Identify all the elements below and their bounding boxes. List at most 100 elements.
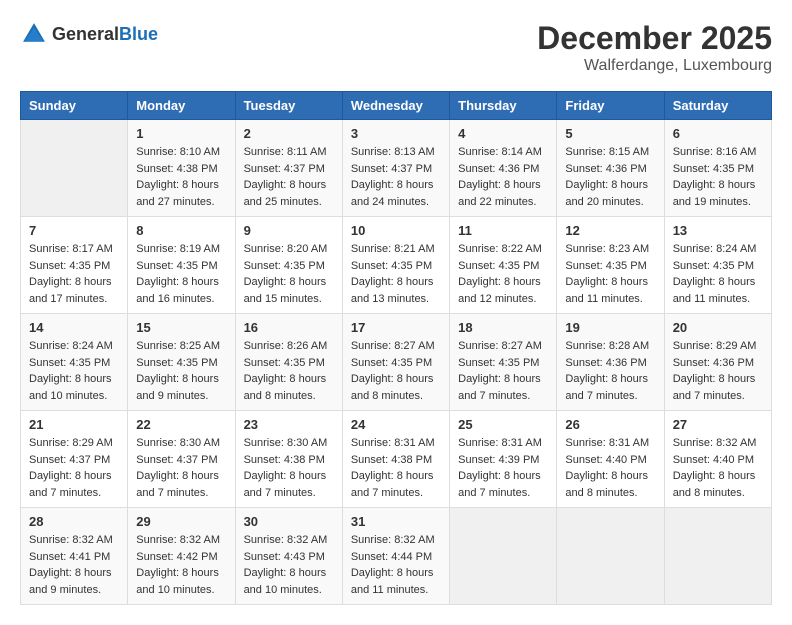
daylight-text: Daylight: 8 hours and 11 minutes. — [351, 567, 434, 596]
logo-icon — [20, 20, 48, 48]
calendar-week-1: 1 Sunrise: 8:10 AM Sunset: 4:38 PM Dayli… — [21, 120, 772, 217]
calendar-cell: 16 Sunrise: 8:26 AM Sunset: 4:35 PM Dayl… — [235, 314, 342, 411]
cell-content: Sunrise: 8:19 AM Sunset: 4:35 PM Dayligh… — [136, 241, 226, 307]
day-number: 15 — [136, 320, 226, 335]
daylight-text: Daylight: 8 hours and 9 minutes. — [136, 373, 219, 402]
daylight-text: Daylight: 8 hours and 22 minutes. — [458, 179, 541, 208]
daylight-text: Daylight: 8 hours and 19 minutes. — [673, 179, 756, 208]
calendar-cell: 21 Sunrise: 8:29 AM Sunset: 4:37 PM Dayl… — [21, 411, 128, 508]
calendar-cell: 22 Sunrise: 8:30 AM Sunset: 4:37 PM Dayl… — [128, 411, 235, 508]
logo: GeneralBlue — [20, 20, 158, 48]
daylight-text: Daylight: 8 hours and 7 minutes. — [29, 470, 112, 499]
sunset-text: Sunset: 4:35 PM — [136, 357, 217, 369]
calendar-cell: 19 Sunrise: 8:28 AM Sunset: 4:36 PM Dayl… — [557, 314, 664, 411]
sunrise-text: Sunrise: 8:22 AM — [458, 243, 542, 255]
daylight-text: Daylight: 8 hours and 20 minutes. — [565, 179, 648, 208]
sunset-text: Sunset: 4:40 PM — [673, 454, 754, 466]
sunset-text: Sunset: 4:37 PM — [244, 163, 325, 175]
sunset-text: Sunset: 4:37 PM — [136, 454, 217, 466]
daylight-text: Daylight: 8 hours and 7 minutes. — [673, 373, 756, 402]
logo-general: General — [52, 24, 119, 44]
daylight-text: Daylight: 8 hours and 17 minutes. — [29, 276, 112, 305]
cell-content: Sunrise: 8:15 AM Sunset: 4:36 PM Dayligh… — [565, 144, 655, 210]
sunset-text: Sunset: 4:44 PM — [351, 551, 432, 563]
calendar-cell: 18 Sunrise: 8:27 AM Sunset: 4:35 PM Dayl… — [450, 314, 557, 411]
day-number: 17 — [351, 320, 441, 335]
sunrise-text: Sunrise: 8:31 AM — [458, 437, 542, 449]
cell-content: Sunrise: 8:32 AM Sunset: 4:42 PM Dayligh… — [136, 532, 226, 598]
sunrise-text: Sunrise: 8:21 AM — [351, 243, 435, 255]
sunrise-text: Sunrise: 8:30 AM — [136, 437, 220, 449]
sunset-text: Sunset: 4:36 PM — [565, 357, 646, 369]
daylight-text: Daylight: 8 hours and 8 minutes. — [244, 373, 327, 402]
cell-content: Sunrise: 8:30 AM Sunset: 4:38 PM Dayligh… — [244, 435, 334, 501]
sunset-text: Sunset: 4:35 PM — [458, 260, 539, 272]
sunset-text: Sunset: 4:35 PM — [673, 260, 754, 272]
calendar-week-2: 7 Sunrise: 8:17 AM Sunset: 4:35 PM Dayli… — [21, 217, 772, 314]
daylight-text: Daylight: 8 hours and 7 minutes. — [244, 470, 327, 499]
sunrise-text: Sunrise: 8:28 AM — [565, 340, 649, 352]
sunrise-text: Sunrise: 8:23 AM — [565, 243, 649, 255]
sunrise-text: Sunrise: 8:13 AM — [351, 146, 435, 158]
cell-content: Sunrise: 8:27 AM Sunset: 4:35 PM Dayligh… — [351, 338, 441, 404]
sunset-text: Sunset: 4:38 PM — [136, 163, 217, 175]
day-number: 5 — [565, 126, 655, 141]
calendar-cell: 15 Sunrise: 8:25 AM Sunset: 4:35 PM Dayl… — [128, 314, 235, 411]
sunset-text: Sunset: 4:35 PM — [673, 163, 754, 175]
logo-blue: Blue — [119, 24, 158, 44]
sunset-text: Sunset: 4:35 PM — [351, 260, 432, 272]
sunset-text: Sunset: 4:42 PM — [136, 551, 217, 563]
sunset-text: Sunset: 4:37 PM — [351, 163, 432, 175]
sunset-text: Sunset: 4:35 PM — [244, 260, 325, 272]
daylight-text: Daylight: 8 hours and 15 minutes. — [244, 276, 327, 305]
cell-content: Sunrise: 8:22 AM Sunset: 4:35 PM Dayligh… — [458, 241, 548, 307]
cell-content: Sunrise: 8:21 AM Sunset: 4:35 PM Dayligh… — [351, 241, 441, 307]
cell-content: Sunrise: 8:11 AM Sunset: 4:37 PM Dayligh… — [244, 144, 334, 210]
day-number: 26 — [565, 417, 655, 432]
calendar-cell: 27 Sunrise: 8:32 AM Sunset: 4:40 PM Dayl… — [664, 411, 771, 508]
calendar-cell — [450, 508, 557, 605]
sunset-text: Sunset: 4:35 PM — [458, 357, 539, 369]
daylight-text: Daylight: 8 hours and 16 minutes. — [136, 276, 219, 305]
sunset-text: Sunset: 4:36 PM — [458, 163, 539, 175]
sunrise-text: Sunrise: 8:32 AM — [244, 534, 328, 546]
day-number: 20 — [673, 320, 763, 335]
day-number: 13 — [673, 223, 763, 238]
sunrise-text: Sunrise: 8:32 AM — [29, 534, 113, 546]
day-number: 28 — [29, 514, 119, 529]
sunrise-text: Sunrise: 8:14 AM — [458, 146, 542, 158]
cell-content: Sunrise: 8:31 AM Sunset: 4:38 PM Dayligh… — [351, 435, 441, 501]
sunset-text: Sunset: 4:39 PM — [458, 454, 539, 466]
calendar-cell: 25 Sunrise: 8:31 AM Sunset: 4:39 PM Dayl… — [450, 411, 557, 508]
day-number: 3 — [351, 126, 441, 141]
daylight-text: Daylight: 8 hours and 10 minutes. — [136, 567, 219, 596]
daylight-text: Daylight: 8 hours and 7 minutes. — [458, 470, 541, 499]
sunrise-text: Sunrise: 8:15 AM — [565, 146, 649, 158]
day-number: 4 — [458, 126, 548, 141]
location-title: Walferdange, Luxembourg — [537, 57, 772, 75]
cell-content: Sunrise: 8:27 AM Sunset: 4:35 PM Dayligh… — [458, 338, 548, 404]
cell-content: Sunrise: 8:17 AM Sunset: 4:35 PM Dayligh… — [29, 241, 119, 307]
calendar-cell: 1 Sunrise: 8:10 AM Sunset: 4:38 PM Dayli… — [128, 120, 235, 217]
sunrise-text: Sunrise: 8:29 AM — [29, 437, 113, 449]
cell-content: Sunrise: 8:13 AM Sunset: 4:37 PM Dayligh… — [351, 144, 441, 210]
sunrise-text: Sunrise: 8:26 AM — [244, 340, 328, 352]
sunset-text: Sunset: 4:35 PM — [351, 357, 432, 369]
cell-content: Sunrise: 8:28 AM Sunset: 4:36 PM Dayligh… — [565, 338, 655, 404]
sunset-text: Sunset: 4:41 PM — [29, 551, 110, 563]
cell-content: Sunrise: 8:31 AM Sunset: 4:40 PM Dayligh… — [565, 435, 655, 501]
cell-content: Sunrise: 8:25 AM Sunset: 4:35 PM Dayligh… — [136, 338, 226, 404]
sunrise-text: Sunrise: 8:11 AM — [244, 146, 327, 158]
sunset-text: Sunset: 4:35 PM — [29, 260, 110, 272]
sunrise-text: Sunrise: 8:24 AM — [673, 243, 757, 255]
daylight-text: Daylight: 8 hours and 8 minutes. — [351, 373, 434, 402]
cell-content: Sunrise: 8:32 AM Sunset: 4:41 PM Dayligh… — [29, 532, 119, 598]
cell-content: Sunrise: 8:31 AM Sunset: 4:39 PM Dayligh… — [458, 435, 548, 501]
daylight-text: Daylight: 8 hours and 11 minutes. — [673, 276, 756, 305]
calendar-cell: 23 Sunrise: 8:30 AM Sunset: 4:38 PM Dayl… — [235, 411, 342, 508]
calendar-cell: 7 Sunrise: 8:17 AM Sunset: 4:35 PM Dayli… — [21, 217, 128, 314]
sunrise-text: Sunrise: 8:30 AM — [244, 437, 328, 449]
sunrise-text: Sunrise: 8:32 AM — [351, 534, 435, 546]
daylight-text: Daylight: 8 hours and 12 minutes. — [458, 276, 541, 305]
day-number: 19 — [565, 320, 655, 335]
